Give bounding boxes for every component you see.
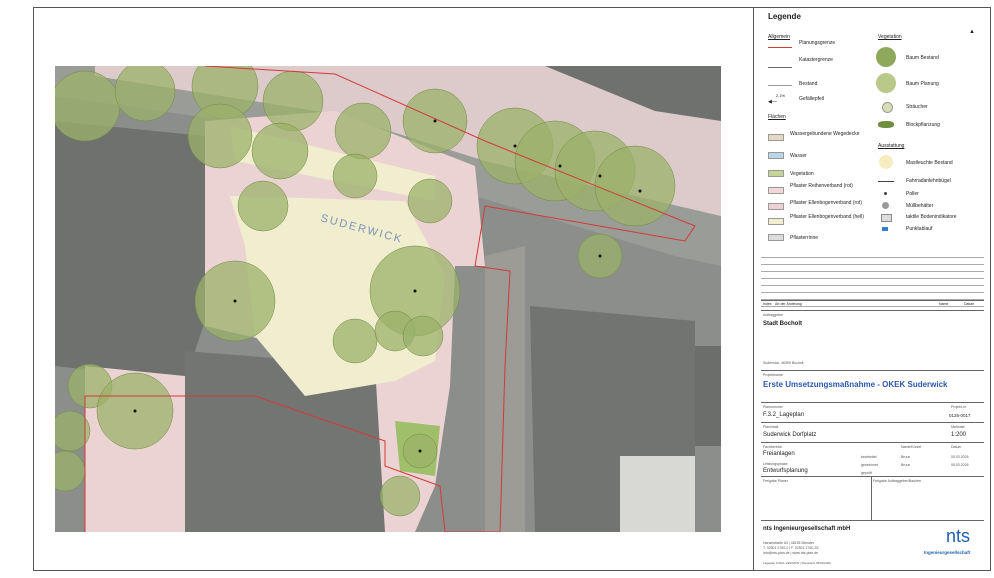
legend-item: Wasser <box>790 153 807 159</box>
company-name: nts Ingenieurgesellschaft mbH <box>763 526 851 532</box>
discipline-block: Fachbereich Freianlagen Leistungsphase E… <box>761 442 984 476</box>
rev-header: Art der Änderung <box>775 302 802 306</box>
bike-rack-icon <box>878 181 894 182</box>
legend-item: Katastergrenze <box>799 57 833 63</box>
legend-item: Punktablauf <box>906 226 933 232</box>
logo-subtitle: Ingenieurgesellschaft <box>924 550 971 555</box>
tree-existing-icon <box>876 47 896 67</box>
legend-item: Pflaster Ellenbogenverband (rot) <box>790 200 862 206</box>
legend-item: Baum Bestand <box>906 55 939 61</box>
slope-value: 2,1% <box>776 93 786 98</box>
legend-item: Blockpflanzung <box>906 122 940 128</box>
revision-table: Index Art der Änderung Name Datum <box>761 251 984 307</box>
swatch-vegetation <box>768 170 784 177</box>
rev-header: Datum <box>964 302 975 306</box>
swatch-ellenbogen-hell <box>768 218 784 225</box>
rev-header: Name <box>939 302 949 306</box>
scale: 1:200 <box>951 432 967 438</box>
legend-item: Vegetation <box>790 171 814 177</box>
north-arrow-icon: ▲ <box>969 29 975 35</box>
legend-item: Pflaster Reihenverband (rot) <box>790 183 853 189</box>
client-block: Auftraggeber Stadt Bocholt Suderwick, 46… <box>761 310 984 370</box>
legend-item: Bestand <box>799 81 818 87</box>
company-block: nts Ingenieurgesellschaft mbH Hansestraß… <box>761 520 984 565</box>
hedge-icon <box>878 121 894 128</box>
swatch-wasser <box>768 152 784 159</box>
bin-icon <box>882 202 889 209</box>
legend-item: Poller <box>906 191 919 197</box>
planning-boundary-swatch <box>768 47 792 48</box>
legend-item: Müllbehälter <box>906 203 934 209</box>
tactile-indicator-icon <box>881 214 892 222</box>
swatch-pflasterrinne <box>768 234 784 241</box>
swatch-ellenbogen-rot <box>768 203 784 210</box>
client-name: Stadt Bocholt <box>763 321 802 327</box>
project-name: Erste Umsetzungsmaßnahme - OKEK Suderwic… <box>763 380 948 389</box>
client-address: Suderwick, 46399 Bocholt <box>763 361 804 365</box>
legend-item: taktile Bodenindikatore <box>906 214 957 220</box>
legend-item: Planungsgrenze <box>799 40 836 46</box>
project-number: 0126-0017 <box>949 413 971 418</box>
plan-number: F.3.2_Lageplan <box>763 412 805 418</box>
phase: Entwurfsplanung <box>763 468 808 474</box>
approval-block: Freigabe Planer Freigabe Auftraggeber/Ba… <box>761 476 984 521</box>
shrub-icon <box>882 102 893 113</box>
swatch-wegedecke <box>768 134 784 141</box>
site-plan-map: SUDERWICK <box>55 66 721 532</box>
bollard-icon <box>884 192 887 195</box>
footer-note: Lageplan FINAL-VERSION | Planstand 05/03… <box>763 561 831 565</box>
slope-arrow-icon: ◀— <box>768 99 777 105</box>
legend-title: Legende <box>768 12 801 21</box>
section-allgemein: Allgemein <box>768 34 790 40</box>
existing-swatch <box>768 85 792 86</box>
legend-item: Sträucher <box>906 104 928 110</box>
cadastral-swatch <box>768 67 792 68</box>
legend-item: Fahrradanlehnbügel <box>906 178 951 184</box>
section-flaechen: Flächen <box>768 114 786 120</box>
drain-icon <box>882 227 888 231</box>
street-lamp-icon <box>879 155 893 169</box>
discipline: Freianlagen <box>763 451 795 457</box>
legend-item: Mastleuchte Bestand <box>906 160 953 166</box>
section-ausstattung: Ausstattung <box>878 143 905 149</box>
plan-number-block: Plannummer F.3.2_Lageplan Projekt-nr. 01… <box>761 402 984 422</box>
legend-item: Wassergebundene Wegedecke <box>790 131 860 137</box>
rev-header: Index <box>763 302 772 306</box>
company-logo: nts <box>946 526 971 546</box>
legend-item: Pflaster Ellenbogenverband (hell) <box>790 214 864 220</box>
plan-content-block: Planinhalt Suderwick Dorfplatz Maßstab 1… <box>761 422 984 442</box>
project-block: Projektname Erste Umsetzungsmaßnahme - O… <box>761 370 984 402</box>
legend-panel: Legende ▲ Allgemein Planungsgrenze Katas… <box>753 7 991 571</box>
swatch-reihenverband <box>768 187 784 194</box>
legend-item: Gefällepfeil <box>799 96 825 102</box>
tree-planned-icon <box>876 73 896 93</box>
plan-content: Suderwick Dorfplatz <box>763 432 817 438</box>
legend-item: Baum Planung <box>906 81 939 87</box>
section-vegetation: Vegetation <box>878 34 902 40</box>
legend-item: Pflasterrinne <box>790 235 819 241</box>
